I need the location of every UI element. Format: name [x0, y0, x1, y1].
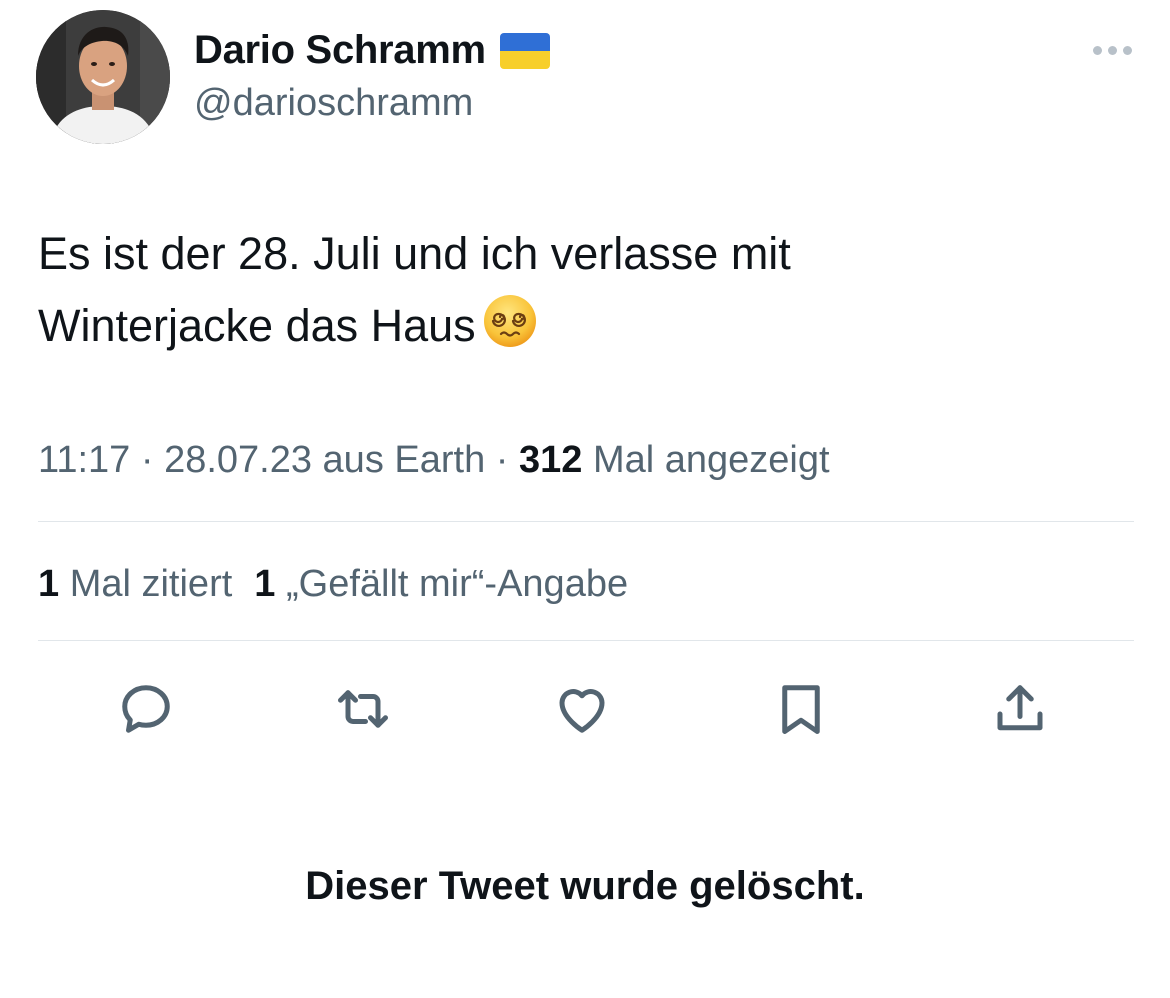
- ukraine-flag-icon: [499, 33, 550, 69]
- author-display-name[interactable]: Dario Schramm: [194, 28, 486, 73]
- retweet-icon: [338, 690, 388, 728]
- share-icon: [997, 685, 1043, 731]
- meta-separator: ·: [495, 439, 509, 481]
- share-button[interactable]: [987, 676, 1053, 742]
- tweet-source: aus Earth: [322, 439, 486, 481]
- tweet-time[interactable]: 11:17: [38, 439, 130, 481]
- likes-count: 1: [254, 563, 276, 605]
- divider: [38, 640, 1134, 641]
- bookmark-icon: [782, 685, 820, 734]
- deleted-tweet-notice: Dieser Tweet wurde gelöscht.: [305, 864, 865, 908]
- tweet-date[interactable]: 28.07.23: [164, 439, 312, 481]
- tweet-text-line-2: Winterjacke das Haus: [38, 290, 1038, 362]
- views-count: 312: [518, 439, 583, 481]
- reply-button[interactable]: [113, 676, 179, 742]
- tweet-text: Es ist der 28. Juli und ich verlasse mit…: [38, 218, 1038, 362]
- more-options-icon[interactable]: [1093, 40, 1132, 60]
- retweet-button[interactable]: [330, 676, 396, 742]
- likes-stat[interactable]: 1 „Gefällt mir“-Angabe: [254, 556, 628, 612]
- face-with-spiral-eyes-icon: [483, 295, 536, 347]
- quotes-count: 1: [38, 563, 60, 605]
- divider: [38, 521, 1134, 522]
- quotes-label: Mal zitiert: [69, 563, 233, 605]
- reply-icon: [122, 685, 170, 733]
- bookmark-button[interactable]: [768, 676, 834, 742]
- tweet-meta: 11:17 · 28.07.23 aus Earth · 312 Mal ang…: [38, 432, 830, 488]
- tweet-text-line-1: Es ist der 28. Juli und ich verlasse mit: [38, 228, 791, 279]
- avatar[interactable]: [36, 10, 170, 144]
- author-name-row: Dario Schramm: [194, 24, 550, 76]
- like-button[interactable]: [549, 676, 615, 742]
- tweet-text-line-2-text: Winterjacke das Haus: [38, 300, 476, 351]
- action-bar: [0, 676, 1170, 742]
- meta-separator: ·: [140, 439, 154, 481]
- views-label: Mal angezeigt: [592, 439, 830, 481]
- quotes-stat[interactable]: 1 Mal zitiert: [38, 556, 232, 612]
- author-handle[interactable]: @darioschramm: [194, 82, 473, 125]
- tweet-stats: 1 Mal zitiert 1 „Gefällt mir“-Angabe: [38, 556, 628, 612]
- heart-icon: [559, 689, 605, 733]
- likes-label: „Gefällt mir“-Angabe: [285, 563, 629, 605]
